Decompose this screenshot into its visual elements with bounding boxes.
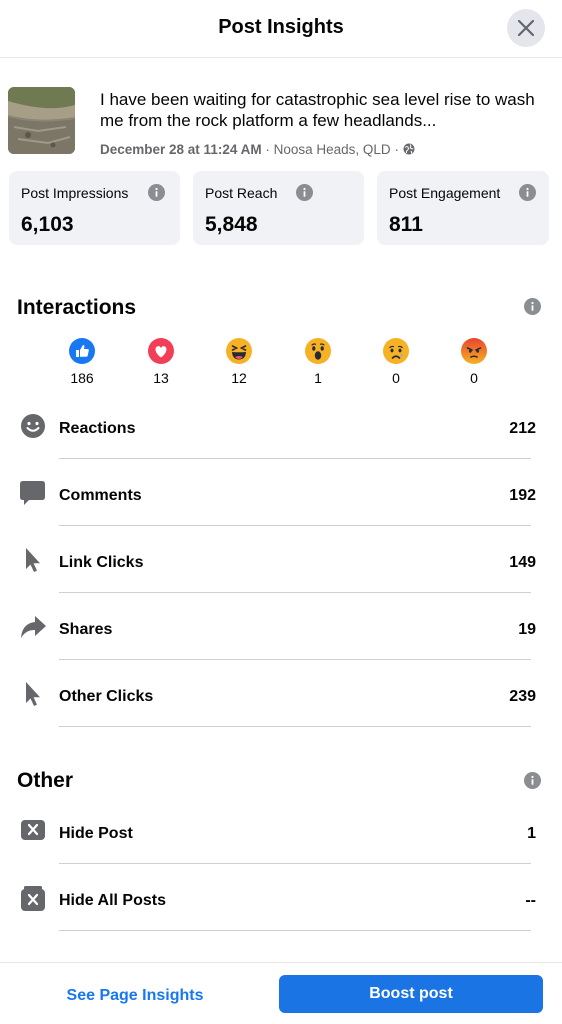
metric-value: 192: [509, 487, 536, 504]
meta-separator: ·: [265, 142, 270, 157]
post-meta: December 28 at 11:24 AM · Noosa Heads, Q…: [100, 142, 415, 157]
metric-value: 19: [518, 621, 536, 638]
metric-row-comments: Comments 192: [0, 481, 562, 548]
metric-row-reactions: Reactions 212: [0, 414, 562, 481]
close-button[interactable]: [507, 9, 545, 47]
metric-value: 1: [527, 825, 536, 842]
smiley-icon: [21, 414, 45, 438]
hide-post-icon: [21, 820, 45, 840]
sad-icon: [383, 338, 409, 364]
post-preview[interactable]: I have been waiting for catastrophic sea…: [8, 87, 554, 159]
divider: [59, 592, 531, 593]
info-icon[interactable]: [524, 772, 541, 789]
stat-value: 6,103: [21, 213, 74, 236]
metric-label: Link Clicks: [59, 554, 144, 571]
other-title: Other: [17, 769, 74, 792]
reaction-angry: 0: [444, 338, 504, 386]
metric-row-hide-all-posts: Hide All Posts --: [0, 886, 562, 953]
metric-label: Reactions: [59, 420, 136, 437]
metric-value: --: [525, 892, 536, 909]
post-location: Noosa Heads, QLD: [273, 142, 391, 157]
info-icon[interactable]: [519, 184, 536, 201]
divider: [59, 726, 531, 727]
reaction-haha: 12: [209, 338, 269, 386]
see-page-insights-link[interactable]: See Page Insights: [20, 987, 250, 1005]
info-icon[interactable]: [296, 184, 313, 201]
reaction-sad: 0: [366, 338, 426, 386]
reaction-count: 0: [392, 370, 400, 386]
post-date: December 28 at 11:24 AM: [100, 142, 262, 157]
divider: [59, 863, 531, 864]
metric-label: Comments: [59, 487, 142, 504]
stat-label: Post Impressions: [21, 185, 129, 201]
header: Post Insights: [0, 0, 562, 58]
stat-label: Post Reach: [205, 185, 278, 201]
metric-value: 212: [509, 420, 536, 437]
divider: [59, 525, 531, 526]
meta-separator: ·: [394, 142, 399, 157]
metric-label: Shares: [59, 621, 113, 638]
divider: [59, 458, 531, 459]
share-icon: [21, 616, 46, 638]
metric-row-hide-post: Hide Post 1: [0, 819, 562, 886]
cursor-icon: [26, 548, 40, 572]
divider: [59, 659, 531, 660]
page-title: Post Insights: [218, 16, 344, 38]
stat-card-engagement[interactable]: Post Engagement 811: [377, 171, 549, 245]
metric-value: 239: [509, 688, 536, 705]
reaction-wow: 1: [288, 338, 348, 386]
reaction-count: 1: [314, 370, 322, 386]
haha-icon: [226, 338, 252, 364]
comment-icon: [20, 481, 45, 505]
metric-value: 149: [509, 554, 536, 571]
metric-row-shares: Shares 19: [0, 615, 562, 682]
metric-row-other-clicks: Other Clicks 239: [0, 682, 562, 749]
info-icon[interactable]: [148, 184, 165, 201]
reaction-love: 13: [131, 338, 191, 386]
metric-label: Other Clicks: [59, 688, 154, 705]
reaction-count: 186: [70, 370, 94, 386]
boost-post-button[interactable]: Boost post: [279, 975, 543, 1013]
metric-label: Hide Post: [59, 825, 133, 842]
reactions-row: 186 13 12 1 0 0: [44, 338, 514, 388]
reaction-count: 12: [231, 370, 247, 386]
reaction-count: 0: [470, 370, 478, 386]
footer: See Page Insights Boost post: [0, 962, 562, 1024]
metric-row-link-clicks: Link Clicks 149: [0, 548, 562, 615]
reaction-like: 186: [52, 338, 112, 386]
globe-icon: [403, 143, 415, 155]
stat-card-reach[interactable]: Post Reach 5,848: [193, 171, 364, 245]
reaction-count: 13: [153, 370, 169, 386]
post-text: I have been waiting for catastrophic sea…: [100, 90, 535, 130]
stat-value: 5,848: [205, 213, 258, 236]
like-icon: [69, 338, 95, 364]
post-thumbnail: [8, 87, 75, 154]
stat-card-impressions[interactable]: Post Impressions 6,103: [9, 171, 180, 245]
interactions-title: Interactions: [17, 296, 137, 319]
metric-label: Hide All Posts: [59, 892, 166, 909]
divider: [59, 930, 531, 931]
hide-all-posts-icon: [21, 886, 45, 911]
love-icon: [148, 338, 174, 364]
wow-icon: [305, 338, 331, 364]
stat-value: 811: [389, 213, 423, 236]
info-icon[interactable]: [524, 298, 541, 315]
angry-icon: [461, 338, 487, 364]
close-icon: [517, 19, 535, 37]
stat-label: Post Engagement: [389, 185, 501, 201]
cursor-icon: [26, 682, 40, 706]
